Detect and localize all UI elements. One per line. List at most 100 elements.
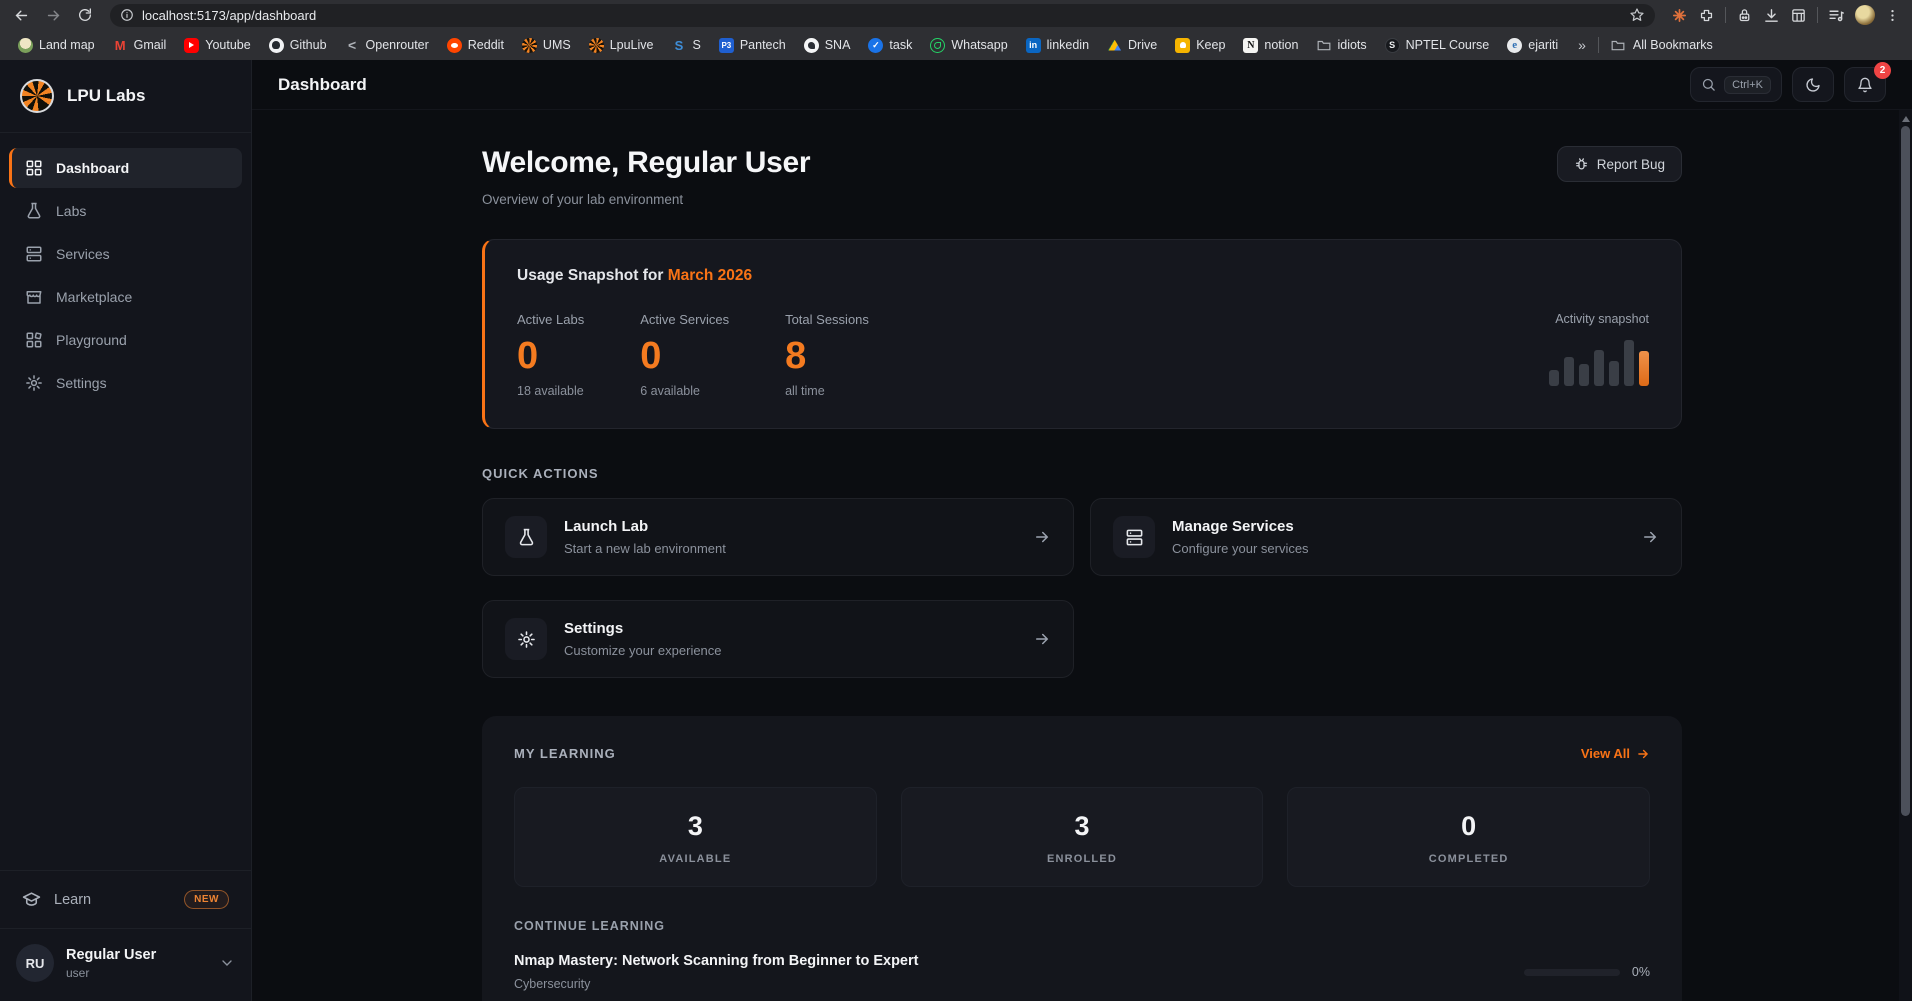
- stat-active-labs: Active Labs 0 18 available: [517, 312, 584, 398]
- sidebar-item-dashboard[interactable]: Dashboard: [9, 148, 242, 188]
- bookmark-linkedin[interactable]: linkedin: [1018, 35, 1097, 56]
- search-button[interactable]: Ctrl+K: [1690, 67, 1782, 102]
- browser-toolbar: localhost:5173/app/dashboard: [0, 0, 1912, 30]
- usage-stats: Active Labs 0 18 available Active Servic…: [517, 312, 1649, 398]
- youtube-icon: [184, 38, 199, 53]
- quick-action-settings[interactable]: Settings Customize your experience: [482, 600, 1074, 678]
- lpulive-icon: [589, 38, 604, 53]
- bookmark-landmap[interactable]: Land map: [10, 35, 103, 56]
- bookmark-star-icon[interactable]: [1629, 7, 1645, 23]
- report-bug-label: Report Bug: [1597, 157, 1665, 172]
- course-title: Nmap Mastery: Network Scanning from Begi…: [514, 953, 918, 969]
- bookmark-openrouter[interactable]: Openrouter: [337, 35, 437, 56]
- bookmark-ums[interactable]: UMS: [514, 35, 579, 56]
- continue-learning-heading: CONTINUE LEARNING: [514, 919, 1650, 933]
- theme-toggle-button[interactable]: [1792, 67, 1834, 102]
- bookmark-idiots[interactable]: idiots: [1308, 35, 1374, 56]
- bookmark-github[interactable]: Github: [261, 35, 335, 56]
- my-learning-heading: MY LEARNING: [514, 746, 616, 761]
- learning-stat-completed: 0 COMPLETED: [1287, 787, 1650, 887]
- scrollbar-thumb[interactable]: [1901, 126, 1910, 816]
- whatsapp-icon: [930, 38, 945, 53]
- bookmark-drive[interactable]: Drive: [1099, 35, 1165, 56]
- bookmark-sna[interactable]: SNA: [796, 35, 859, 56]
- quick-action-launch-lab[interactable]: Launch Lab Start a new lab environment: [482, 498, 1074, 576]
- sidebar-item-label: Marketplace: [56, 289, 132, 305]
- bookmark-youtube[interactable]: Youtube: [176, 35, 258, 56]
- notifications-button[interactable]: 2: [1844, 67, 1886, 102]
- activity-bar: [1624, 340, 1634, 386]
- folder-icon: [1316, 38, 1331, 53]
- brand-name: LPU Labs: [67, 86, 145, 106]
- bookmark-keep[interactable]: Keep: [1167, 35, 1233, 56]
- stat-value: 8: [785, 337, 869, 375]
- learning-stat-available: 3 AVAILABLE: [514, 787, 877, 887]
- linkedin-icon: [1026, 38, 1041, 53]
- activity-bar: [1594, 350, 1604, 386]
- sidebar-item-marketplace[interactable]: Marketplace: [9, 277, 242, 317]
- forward-icon[interactable]: [40, 2, 66, 28]
- sidebar-item-services[interactable]: Services: [9, 234, 242, 274]
- bookmarks-overflow-chevron[interactable]: »: [1568, 37, 1596, 53]
- bookmark-lpulive[interactable]: LpuLive: [581, 35, 662, 56]
- bug-icon: [1574, 157, 1589, 172]
- toolbar-separator: [1817, 7, 1818, 23]
- password-manager-icon[interactable]: [1736, 7, 1753, 24]
- quick-action-desc: Customize your experience: [564, 643, 722, 658]
- course-row[interactable]: Nmap Mastery: Network Scanning from Begi…: [514, 953, 1650, 1001]
- arrow-right-icon: [1033, 528, 1051, 546]
- page-scrollbar[interactable]: [1899, 110, 1912, 1001]
- url-text[interactable]: localhost:5173/app/dashboard: [142, 8, 1621, 23]
- quick-action-manage-services[interactable]: Manage Services Configure your services: [1090, 498, 1682, 576]
- notion-icon: [1243, 38, 1258, 53]
- sidebar-item-playground[interactable]: Playground: [9, 320, 242, 360]
- user-menu[interactable]: RU Regular User user: [0, 928, 251, 1001]
- activity-bar: [1549, 370, 1559, 386]
- app-root: LPU Labs Dashboard Labs Services Marketp…: [0, 60, 1912, 1001]
- bookmark-task[interactable]: task: [860, 35, 920, 56]
- ums-icon: [522, 38, 537, 53]
- quick-action-desc: Start a new lab environment: [564, 541, 726, 556]
- bookmark-whatsapp[interactable]: Whatsapp: [922, 35, 1015, 56]
- new-badge: NEW: [184, 890, 229, 909]
- server-icon: [25, 245, 43, 263]
- sidebar-item-learn[interactable]: Learn NEW: [9, 880, 242, 919]
- bookmark-gmail[interactable]: Gmail: [105, 35, 175, 56]
- bookmark-reddit[interactable]: Reddit: [439, 35, 512, 56]
- chevron-down-icon: [219, 955, 235, 971]
- url-bar[interactable]: localhost:5173/app/dashboard: [110, 4, 1655, 27]
- view-all-link[interactable]: View All: [1581, 746, 1650, 761]
- all-bookmarks-button[interactable]: All Bookmarks: [1601, 35, 1723, 56]
- menu-dots-icon[interactable]: [1885, 8, 1900, 23]
- moon-icon: [1805, 77, 1821, 93]
- site-info-icon[interactable]: [120, 8, 134, 22]
- reload-icon[interactable]: [72, 2, 98, 28]
- user-role: user: [66, 966, 156, 980]
- activity-bar: [1579, 364, 1589, 386]
- report-bug-button[interactable]: Report Bug: [1557, 146, 1682, 182]
- bookmark-notion[interactable]: notion: [1235, 35, 1306, 56]
- welcome-section: Welcome, Regular User Overview of your l…: [482, 146, 1682, 207]
- bookmark-pantech[interactable]: Pantech: [711, 35, 794, 56]
- reddit-icon: [447, 38, 462, 53]
- back-icon[interactable]: [8, 2, 34, 28]
- learn-label: Learn: [54, 892, 91, 908]
- bookmark-ejariti[interactable]: ejariti: [1499, 35, 1566, 56]
- sidebar-item-labs[interactable]: Labs: [9, 191, 242, 231]
- sidebar-item-settings[interactable]: Settings: [9, 363, 242, 403]
- sidebar-item-label: Playground: [56, 332, 127, 348]
- tab-grid-icon[interactable]: [1790, 7, 1807, 24]
- profile-avatar[interactable]: [1855, 5, 1875, 25]
- learning-stats: 3 AVAILABLE 3 ENROLLED 0 COMPLETED: [514, 787, 1650, 887]
- usage-title: Usage Snapshot for March 2026: [517, 267, 1649, 285]
- extension-starburst-icon[interactable]: [1671, 7, 1688, 24]
- welcome-subtitle: Overview of your lab environment: [482, 192, 810, 207]
- extensions-puzzle-icon[interactable]: [1698, 7, 1715, 24]
- scroll-up-arrow-icon[interactable]: [1902, 116, 1910, 122]
- store-icon: [25, 288, 43, 306]
- playlist-icon[interactable]: [1828, 7, 1845, 24]
- downloads-icon[interactable]: [1763, 7, 1780, 24]
- sidebar-item-label: Dashboard: [56, 160, 129, 176]
- bookmark-s[interactable]: S: [664, 35, 709, 56]
- bookmark-nptel[interactable]: NPTEL Course: [1377, 35, 1498, 56]
